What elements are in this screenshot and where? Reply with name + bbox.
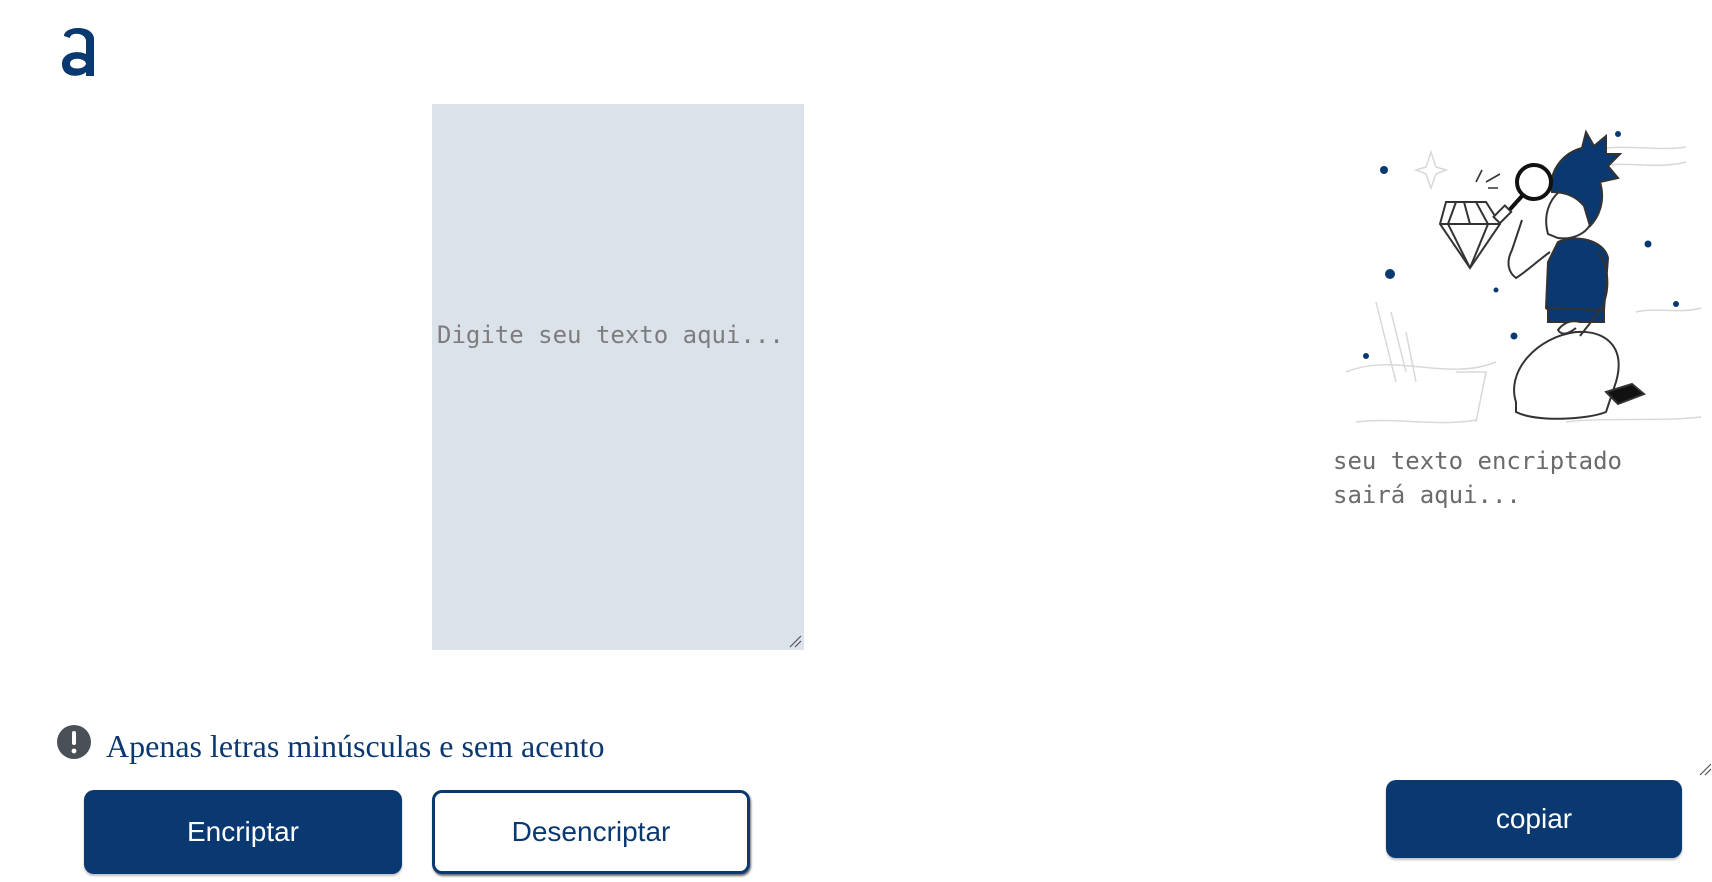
text-input-placeholder: Digite seu texto aqui... [437,321,784,349]
output-resize-handle-icon[interactable] [1698,762,1712,776]
decrypt-button[interactable]: Desencriptar [432,790,750,874]
person-with-magnifier-illustration [1345,129,1702,424]
alura-logo-icon [62,28,94,76]
encrypt-button[interactable]: Encriptar [84,790,402,874]
resize-handle-icon[interactable] [788,634,802,648]
text-input[interactable]: Digite seu texto aqui... [432,104,804,650]
warning-message: Apenas letras minúsculas e sem acento [56,724,605,765]
warning-text: Apenas letras minúsculas e sem acento [106,728,605,764]
output-placeholder: seu texto encriptado sairá aqui... [1333,447,1622,509]
copy-button[interactable]: copiar [1386,780,1682,858]
exclamation-circle-icon [57,724,91,759]
